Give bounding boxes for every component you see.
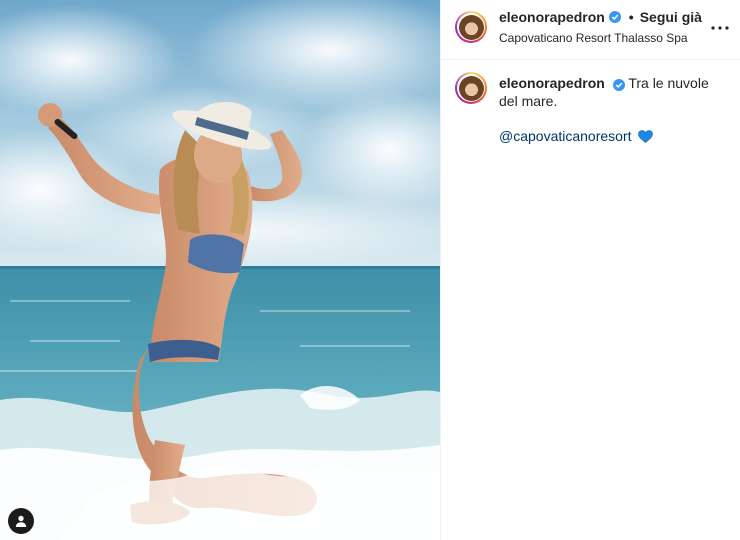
verified-badge-icon — [612, 79, 625, 91]
instagram-post: eleonorapedron • Segui già Capovaticano … — [0, 0, 740, 540]
mention-link[interactable]: @capovaticanoresort — [499, 128, 632, 144]
more-options-icon[interactable] — [708, 16, 732, 40]
location-link[interactable]: Capovaticano Resort Thalasso Spa — [499, 31, 688, 45]
post-side-panel: eleonorapedron • Segui già Capovaticano … — [440, 0, 740, 540]
caption-username-link[interactable]: eleonorapedron — [499, 75, 605, 91]
caption-avatar[interactable] — [455, 72, 487, 104]
profile-picture — [458, 75, 484, 101]
beach-photo — [0, 0, 440, 540]
caption-body: eleonorapedron Tra le nuvole del mare. @… — [499, 74, 731, 145]
user-tag-icon — [15, 515, 27, 527]
separator-dot: • — [628, 9, 634, 25]
post-photo[interactable] — [0, 0, 440, 540]
tagged-users-button[interactable] — [8, 508, 34, 534]
follow-button[interactable]: Segui già — [640, 9, 702, 25]
verified-badge-icon — [608, 11, 621, 23]
avatar[interactable] — [455, 11, 487, 43]
profile-picture — [458, 14, 484, 40]
blue-heart-icon — [638, 130, 654, 143]
post-header: eleonorapedron • Segui già Capovaticano … — [441, 0, 740, 60]
username-link[interactable]: eleonorapedron — [499, 9, 605, 25]
